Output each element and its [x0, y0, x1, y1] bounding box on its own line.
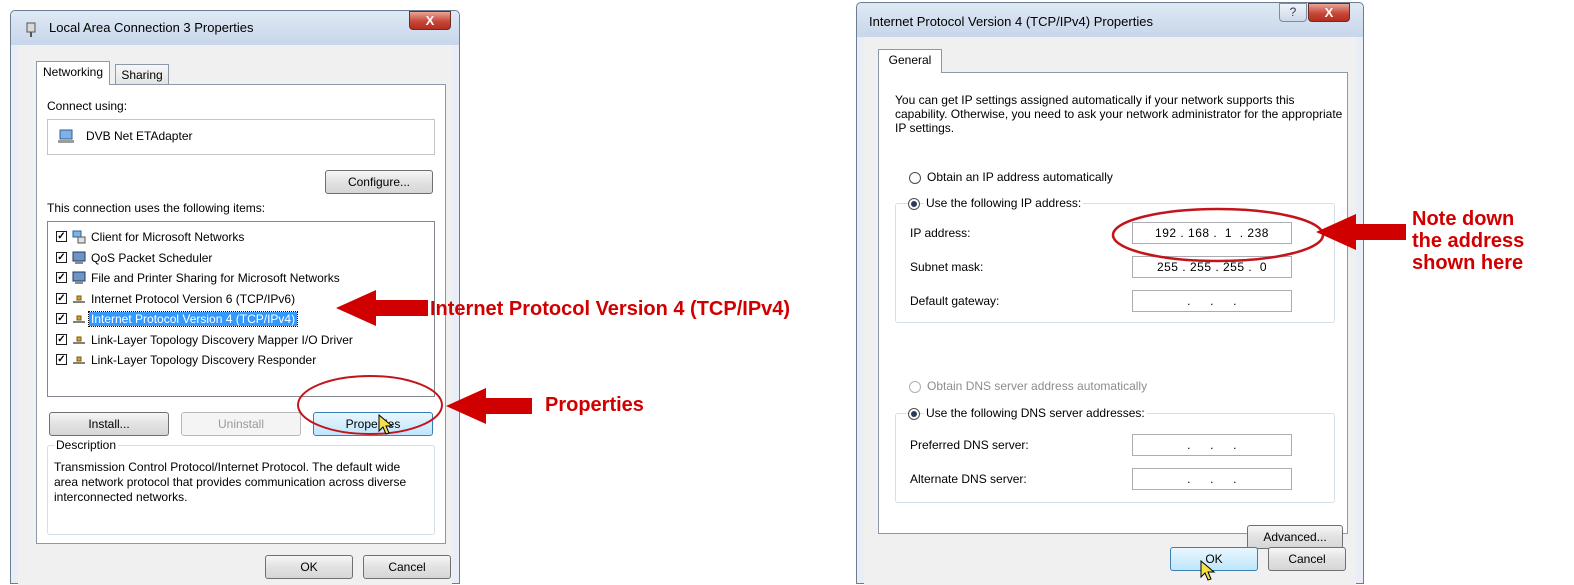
ip-address-label: IP address:: [910, 226, 971, 240]
note-annotation-line2: the address: [1412, 230, 1525, 252]
description-label: Description: [54, 438, 119, 452]
checkbox[interactable]: ✓: [56, 333, 67, 345]
adapter-box: DVB Net ETAdapter: [47, 119, 435, 155]
help-button[interactable]: ?: [1279, 3, 1307, 22]
uninstall-button[interactable]: Uninstall: [181, 412, 301, 436]
list-item-label: Internet Protocol Version 4 (TCP/IPv4): [87, 311, 299, 327]
use-following-dns-radio[interactable]: [908, 408, 920, 420]
tab-sharing[interactable]: Sharing: [115, 64, 169, 84]
checkbox[interactable]: ✓: [56, 251, 67, 263]
service-icon: [72, 251, 86, 265]
tab-networking[interactable]: Networking: [36, 61, 110, 85]
cancel-button[interactable]: Cancel: [363, 555, 451, 579]
checkbox[interactable]: ✓: [56, 313, 67, 324]
ip-address-highlight-ellipse: [1111, 207, 1325, 263]
properties-arrow: [446, 388, 532, 424]
dns-group: Use the following DNS server addresses: …: [895, 406, 1335, 503]
intro-text: You can get IP settings assigned automat…: [895, 93, 1343, 135]
network-client-icon: [72, 230, 86, 244]
obtain-dns-auto-radio[interactable]: [909, 381, 921, 393]
default-gateway-field[interactable]: . . .: [1132, 290, 1292, 312]
advanced-button[interactable]: Advanced...: [1247, 525, 1343, 549]
obtain-ip-auto-label[interactable]: Obtain an IP address automatically: [927, 170, 1113, 184]
list-item-label: Client for Microsoft Networks: [91, 230, 245, 244]
default-gateway-label: Default gateway:: [910, 294, 1000, 308]
checkbox[interactable]: ✓: [56, 272, 67, 283]
list-item-label: Link-Layer Topology Discovery Responder: [91, 353, 317, 367]
service-icon: [72, 271, 86, 285]
connect-using-label: Connect using:: [47, 99, 128, 113]
list-item-label: Link-Layer Topology Discovery Mapper I/O…: [91, 332, 353, 347]
network-adapter-icon: [26, 22, 36, 37]
ip-address-arrow: [1316, 214, 1406, 250]
checkbox[interactable]: ✓: [56, 354, 67, 365]
description-group: Description Transmission Control Protoco…: [47, 438, 435, 535]
use-following-ip-radio[interactable]: [908, 198, 920, 210]
tab-general[interactable]: General: [878, 49, 942, 73]
mouse-cursor-icon: [1200, 560, 1216, 581]
dialog-title: Local Area Connection 3 Properties: [49, 20, 254, 35]
properties-annotation: Properties: [545, 394, 644, 416]
list-item[interactable]: ✓ Client for Microsoft Networks: [52, 228, 432, 246]
mouse-cursor-icon: [378, 414, 394, 435]
note-annotation-line1: Note down: [1412, 208, 1515, 230]
adapter-name: DVB Net ETAdapter: [86, 129, 193, 143]
alternate-dns-label: Alternate DNS server:: [910, 472, 1027, 486]
list-item[interactable]: ✓ QoS Packet Scheduler: [52, 249, 432, 267]
ipv4-annotation: Internet Protocol Version 4 (TCP/IPv4): [430, 298, 791, 320]
obtain-dns-auto-label[interactable]: Obtain DNS server address automatically: [927, 379, 1147, 393]
dialog-title: Internet Protocol Version 4 (TCP/IPv4) P…: [869, 14, 1153, 29]
list-item-label: QoS Packet Scheduler: [91, 250, 213, 265]
properties-highlight-ellipse: [297, 375, 443, 435]
ipv4-arrow: [336, 290, 428, 326]
checkbox[interactable]: ✓: [56, 231, 67, 242]
protocol-icon: [72, 292, 86, 306]
ipv4-properties-dialog: Internet Protocol Version 4 (TCP/IPv4) P…: [856, 2, 1364, 585]
checkbox[interactable]: ✓: [56, 292, 67, 304]
protocol-icon: [72, 353, 86, 367]
description-text: Transmission Control Protocol/Internet P…: [54, 460, 407, 504]
alternate-dns-field[interactable]: . . .: [1132, 468, 1292, 490]
close-button[interactable]: X: [409, 11, 451, 30]
list-item[interactable]: ✓ Link-Layer Topology Discovery Responder: [52, 351, 432, 369]
install-button[interactable]: Install...: [49, 412, 169, 436]
items-label: This connection uses the following items…: [47, 201, 266, 215]
list-item-label: Internet Protocol Version 6 (TCP/IPv6): [91, 291, 296, 306]
adapter-icon: [58, 129, 74, 143]
preferred-dns-field[interactable]: . . .: [1132, 434, 1292, 456]
use-following-dns-label[interactable]: Use the following DNS server addresses:: [924, 406, 1147, 420]
use-following-ip-label[interactable]: Use the following IP address:: [924, 196, 1084, 210]
list-item[interactable]: ✓ Link-Layer Topology Discovery Mapper I/…: [52, 331, 432, 349]
dialog-body: General You can get IP settings assigned…: [864, 37, 1356, 585]
list-item-label: File and Printer Sharing for Microsoft N…: [91, 271, 340, 285]
preferred-dns-label: Preferred DNS server:: [910, 438, 1029, 452]
general-panel: You can get IP settings assigned automat…: [878, 72, 1348, 549]
note-annotation-line3: shown here: [1412, 252, 1524, 274]
cancel-button[interactable]: Cancel: [1268, 547, 1346, 571]
subnet-mask-label: Subnet mask:: [910, 260, 984, 274]
protocol-icon: [72, 333, 86, 347]
configure-button[interactable]: Configure...: [325, 170, 433, 194]
obtain-ip-auto-radio[interactable]: [909, 172, 921, 184]
list-item[interactable]: ✓ File and Printer Sharing for Microsoft …: [52, 269, 432, 287]
ok-button[interactable]: OK: [265, 555, 353, 579]
close-button[interactable]: X: [1308, 3, 1350, 22]
protocol-icon: [72, 312, 86, 326]
